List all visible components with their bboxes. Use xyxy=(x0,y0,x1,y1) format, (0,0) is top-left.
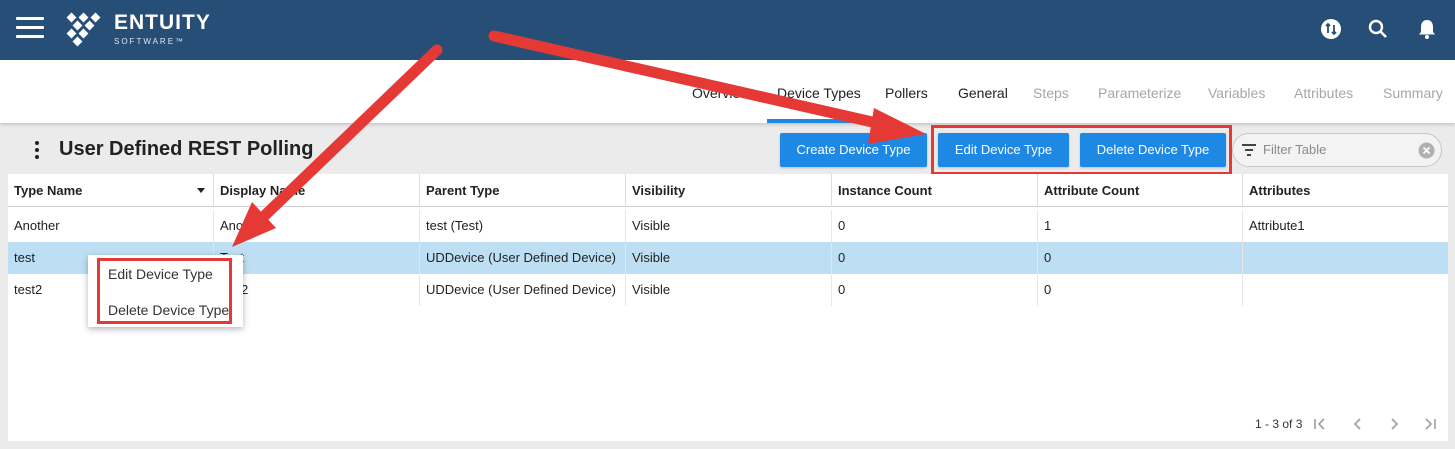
top-app-bar: ENTUITY SOFTWARE™ xyxy=(0,0,1455,60)
bell-icon[interactable] xyxy=(1416,18,1438,40)
column-header-instance-count[interactable]: Instance Count xyxy=(831,174,1037,207)
column-header-label: Type Name xyxy=(14,183,83,198)
column-header-visibility[interactable]: Visibility xyxy=(625,174,831,207)
pagination-range: 1 - 3 of 3 xyxy=(1255,417,1303,431)
cell-attributes xyxy=(1242,242,1448,274)
cell-instance-count: 0 xyxy=(831,210,1037,242)
tab-steps[interactable]: Steps xyxy=(1033,85,1069,101)
tab-attributes[interactable]: Attributes xyxy=(1294,85,1353,101)
page-title: User Defined REST Polling xyxy=(59,138,314,160)
active-tab-indicator xyxy=(767,119,867,123)
search-icon[interactable] xyxy=(1367,18,1389,40)
cell-attributes xyxy=(1242,274,1448,306)
cell-attribute-count: 0 xyxy=(1037,242,1242,274)
column-header-attributes[interactable]: Attributes xyxy=(1242,174,1448,207)
tab-overview[interactable]: Overview xyxy=(692,85,750,101)
column-header-attribute-count[interactable]: Attribute Count xyxy=(1037,174,1242,207)
cell-visibility: Visible xyxy=(625,242,831,274)
menu-icon[interactable] xyxy=(16,17,44,39)
cell-type-name: Another xyxy=(14,218,60,233)
wizard-tab-bar: Overview Device Types Pollers General St… xyxy=(0,60,1455,123)
create-device-type-button[interactable]: Create Device Type xyxy=(780,133,927,167)
brand-name: ENTUITY xyxy=(114,11,211,34)
tab-general[interactable]: General xyxy=(958,85,1008,101)
table-header: Type Name Display Name Parent Type Visib… xyxy=(8,174,1448,207)
column-header-display-name[interactable]: Display Name xyxy=(213,174,419,207)
delete-device-type-button[interactable]: Delete Device Type xyxy=(1080,133,1226,167)
cell-visibility: Visible xyxy=(625,210,831,242)
clear-icon[interactable] xyxy=(1418,142,1435,159)
filter-table-field[interactable] xyxy=(1232,133,1442,167)
first-page-icon[interactable] xyxy=(1311,415,1329,433)
cell-attribute-count: 1 xyxy=(1037,210,1242,242)
cell-display-name: test2 xyxy=(213,274,419,306)
last-page-icon[interactable] xyxy=(1421,415,1439,433)
cell-parent-type: test (Test) xyxy=(419,210,625,242)
tab-variables[interactable]: Variables xyxy=(1208,85,1265,101)
sort-arrow-icon[interactable] xyxy=(197,188,205,193)
more-vert-icon[interactable] xyxy=(34,141,40,159)
cell-attributes: Attribute1 xyxy=(1242,210,1448,242)
edit-device-type-button[interactable]: Edit Device Type xyxy=(938,133,1069,167)
filter-input[interactable] xyxy=(1263,142,1413,157)
cell-instance-count: 0 xyxy=(831,242,1037,274)
sync-icon[interactable] xyxy=(1320,18,1342,40)
next-page-icon[interactable] xyxy=(1385,415,1403,433)
cell-parent-type: UDDevice (User Defined Device) xyxy=(419,242,625,274)
annotation-highlight-box xyxy=(97,258,232,324)
cell-attribute-count: 0 xyxy=(1037,274,1242,306)
cell-visibility: Visible xyxy=(625,274,831,306)
tab-pollers[interactable]: Pollers xyxy=(885,85,928,101)
cell-instance-count: 0 xyxy=(831,274,1037,306)
tab-device-types[interactable]: Device Types xyxy=(777,85,861,101)
tab-summary[interactable]: Summary xyxy=(1383,85,1443,101)
column-header-type-name[interactable]: Type Name xyxy=(8,174,213,207)
filter-icon xyxy=(1242,144,1256,156)
cell-display-name: Another xyxy=(213,210,419,242)
column-header-parent-type[interactable]: Parent Type xyxy=(419,174,625,207)
tab-parameterize[interactable]: Parameterize xyxy=(1098,85,1181,101)
table-row[interactable]: Another Another test (Test) Visible 0 1 … xyxy=(8,210,1448,242)
previous-page-icon[interactable] xyxy=(1349,415,1367,433)
brand-subtitle: SOFTWARE™ xyxy=(114,37,186,46)
cell-parent-type: UDDevice (User Defined Device) xyxy=(419,274,625,306)
entuity-logo xyxy=(66,12,101,47)
cell-display-name: Test xyxy=(213,242,419,274)
